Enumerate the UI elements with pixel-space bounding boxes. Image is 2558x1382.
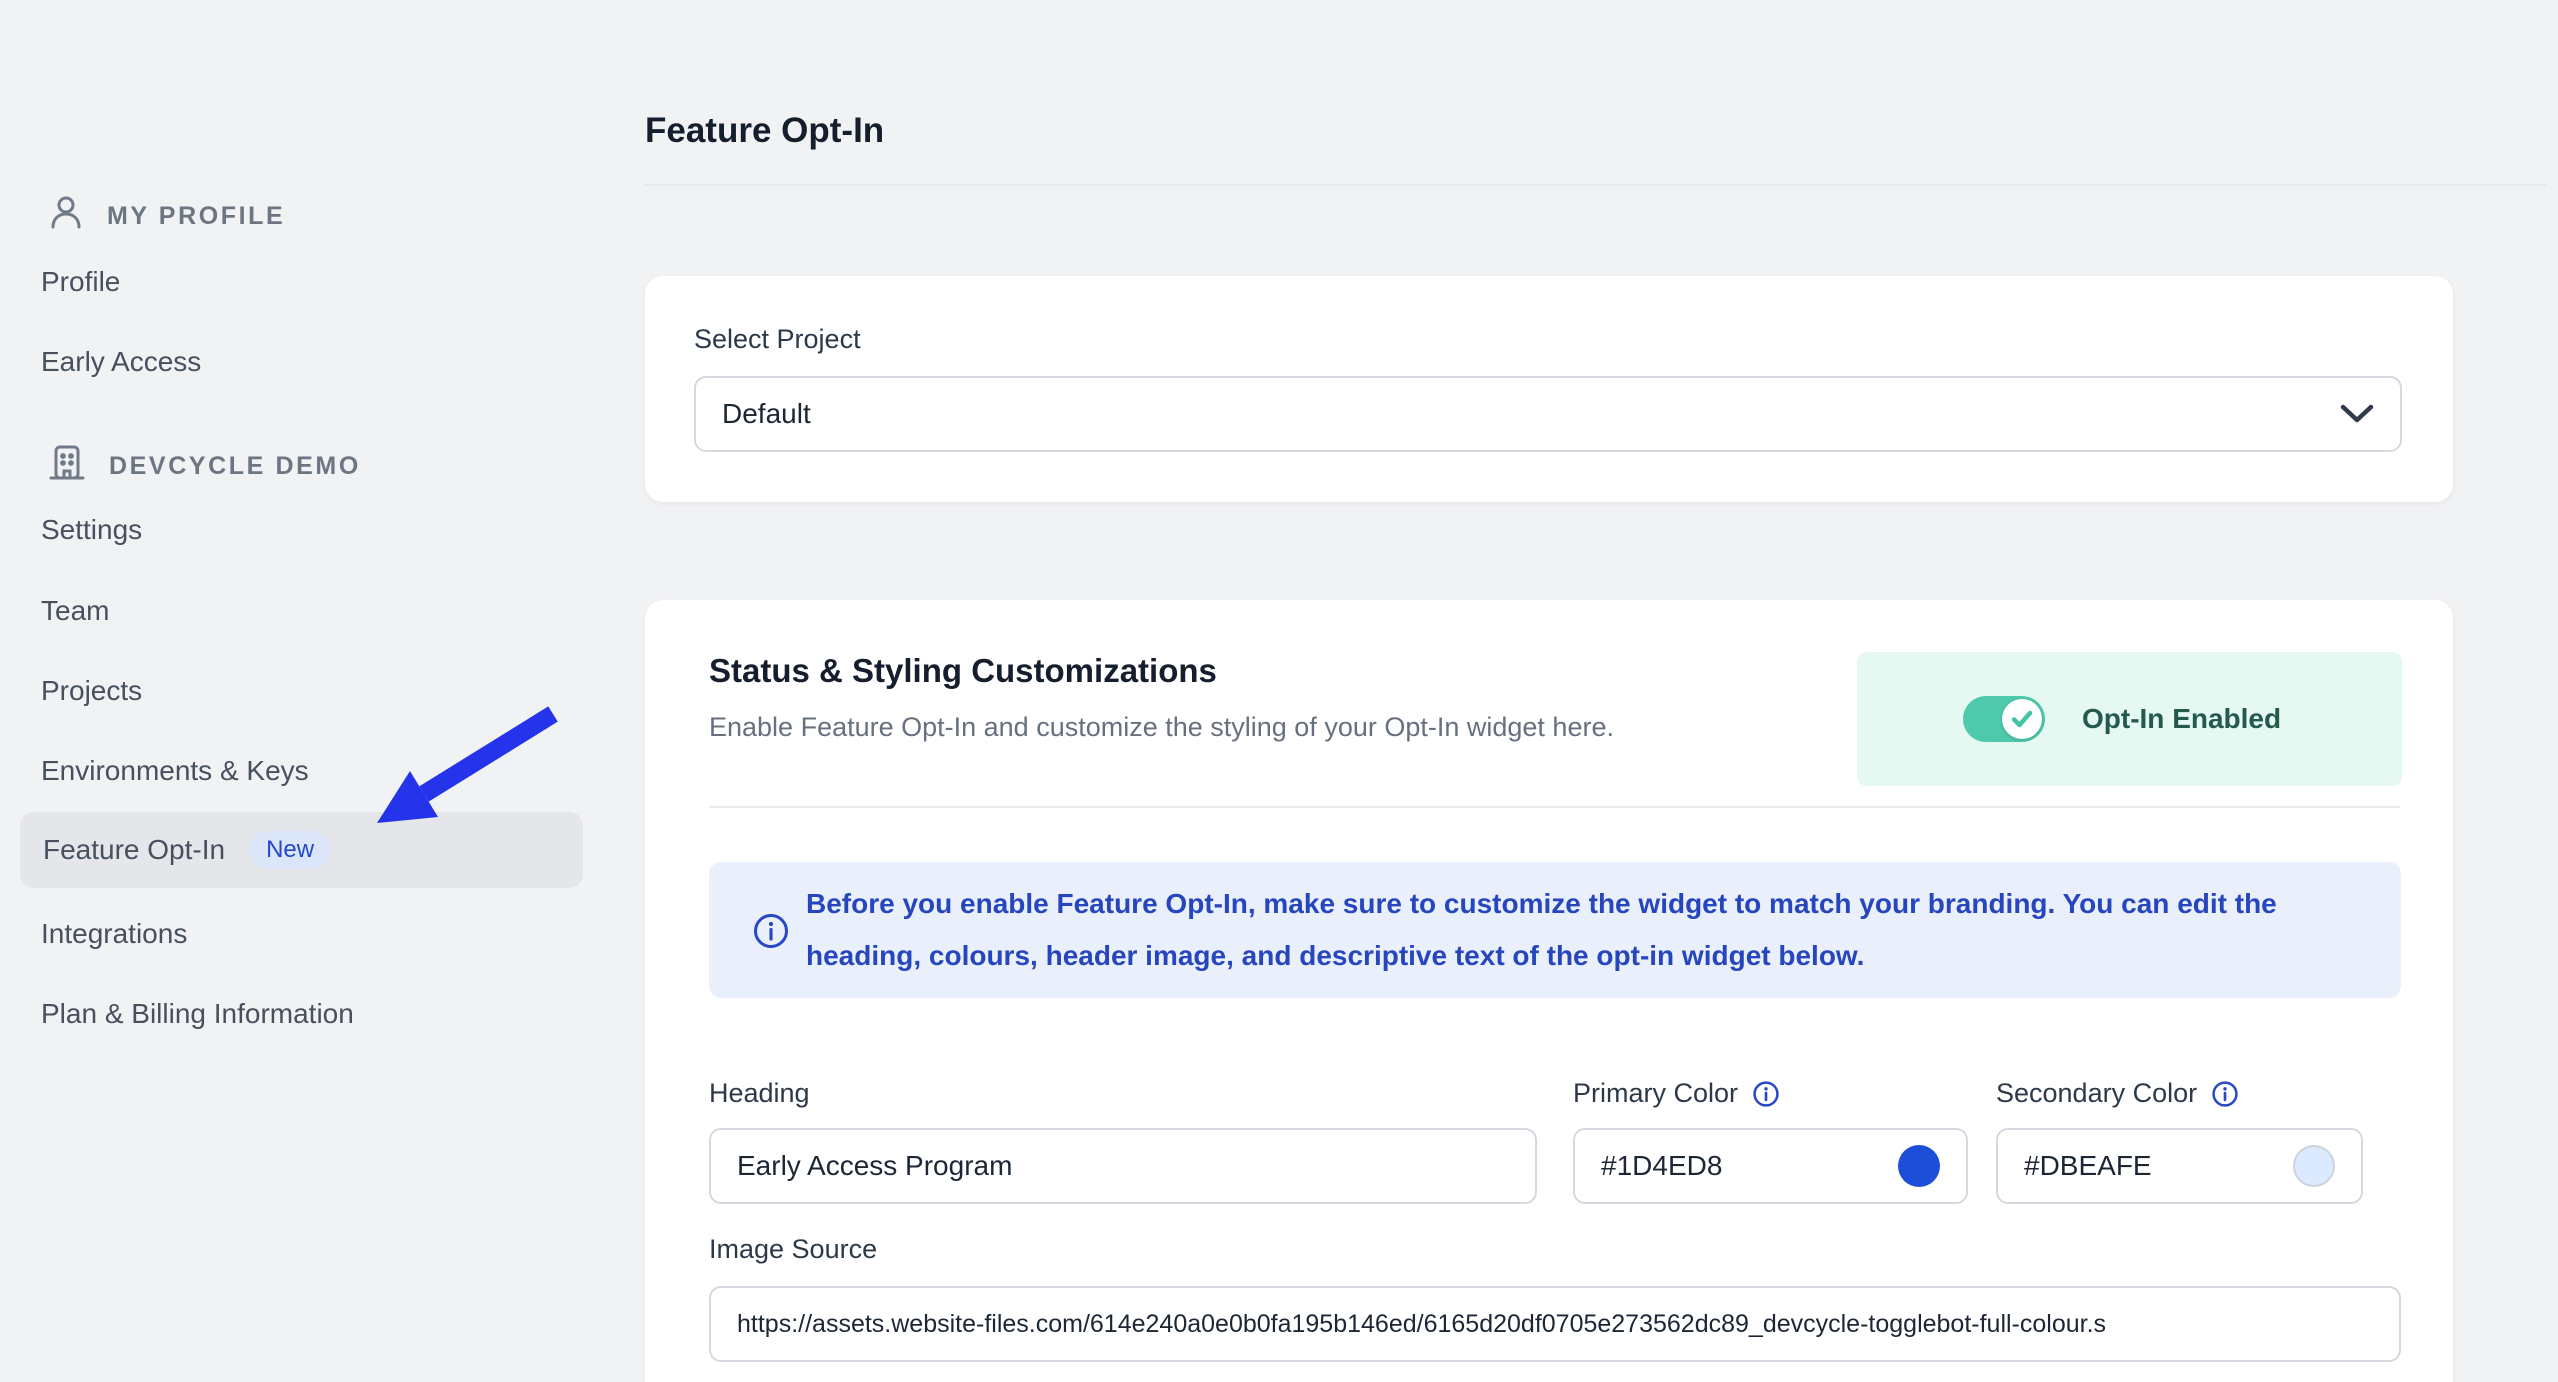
sidebar-item-early-access[interactable]: Early Access [41,340,201,384]
section-divider [709,806,2400,808]
chevron-down-icon [2340,404,2374,424]
sidebar-item-plan-billing[interactable]: Plan & Billing Information [41,992,354,1036]
info-icon[interactable] [2211,1080,2239,1108]
secondary-color-input[interactable]: #DBEAFE [1996,1128,2363,1204]
new-badge: New [249,831,332,869]
sidebar-item-team[interactable]: Team [41,589,109,633]
info-icon[interactable] [1752,1080,1780,1108]
header-divider [645,184,2546,186]
app-root: MY PROFILE Profile Early Access DEVCYCLE… [0,0,2558,1382]
info-icon [752,912,790,955]
sidebar-item-label: Feature Opt-In [43,834,226,865]
sidebar-section-label: DEVCYCLE DEMO [109,451,361,480]
secondary-color-value: #DBEAFE [2024,1150,2152,1181]
image-source-input[interactable]: https://assets.website-files.com/614e240… [709,1286,2401,1362]
opt-in-toggle[interactable] [1963,696,2045,742]
status-styling-card: Status & Styling Customizations Enable F… [645,600,2453,1382]
heading-label: Heading [709,1078,810,1108]
info-banner: Before you enable Feature Opt-In, make s… [709,862,2401,998]
primary-color-input[interactable]: #1D4ED8 [1573,1128,1968,1204]
user-icon [49,195,83,238]
sidebar-item-integrations[interactable]: Integrations [41,912,187,956]
image-source-label: Image Source [709,1234,878,1264]
primary-color-label: Primary Color [1573,1078,1780,1109]
section-title: Status & Styling Customizations [709,652,1217,689]
sidebar-item-environments-keys[interactable]: Environments & Keys [41,749,309,793]
heading-input-value: Early Access Program [737,1150,1013,1181]
sidebar-section-devcycle-demo: DEVCYCLE DEMO [49,444,361,488]
sidebar-section-label: MY PROFILE [107,201,286,230]
project-select[interactable]: Default [694,376,2402,452]
sidebar-item-profile[interactable]: Profile [41,260,120,304]
heading-input[interactable]: Early Access Program [709,1128,1537,1204]
image-source-value: https://assets.website-files.com/614e240… [737,1309,2107,1338]
section-subtitle: Enable Feature Opt-In and customize the … [709,712,1614,742]
secondary-color-label: Secondary Color [1996,1078,2239,1109]
banner-text: Before you enable Feature Opt-In, make s… [806,888,2277,971]
sidebar-item-settings[interactable]: Settings [41,508,142,552]
check-icon [2011,710,2033,728]
select-project-card: Select Project Default [645,276,2453,502]
primary-color-value: #1D4ED8 [1601,1150,1723,1181]
sidebar-item-projects[interactable]: Projects [41,669,142,713]
secondary-color-swatch[interactable] [2293,1145,2335,1187]
select-project-label: Select Project [694,324,861,354]
toggle-label: Opt-In Enabled [2082,703,2282,734]
toggle-knob [2002,699,2042,739]
sidebar-section-my-profile: MY PROFILE [49,194,285,238]
opt-in-status-box: Opt-In Enabled [1857,652,2402,786]
page-title: Feature Opt-In [645,111,885,151]
building-icon [49,444,85,489]
project-select-value: Default [722,398,811,429]
sidebar-item-feature-opt-in[interactable]: Feature Opt-In New [20,812,583,888]
primary-color-swatch[interactable] [1898,1145,1940,1187]
